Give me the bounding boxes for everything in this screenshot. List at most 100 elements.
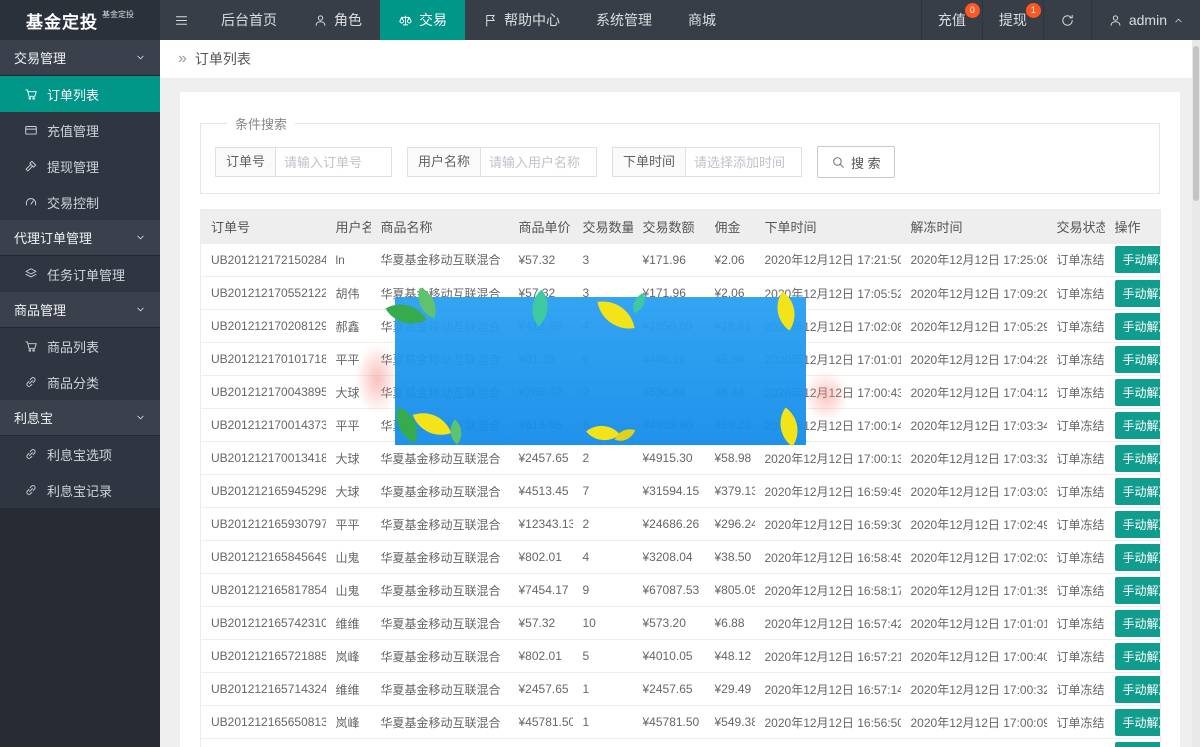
sidebar-item-task-order-manage[interactable]: 任务订单管理 [0, 256, 160, 292]
table-cell: 2 [573, 508, 633, 541]
table-cell: 2020年12月12日 16:58:45 [755, 541, 901, 574]
table-cell: ln [326, 244, 371, 277]
table-cell: 岚峰 [326, 640, 371, 673]
nav-item-mall[interactable]: 商城 [670, 0, 734, 40]
leaf-icon [615, 425, 636, 446]
topbar-action-withdraw[interactable]: 提现1 [982, 0, 1043, 40]
sidebar-item-recharge-manage[interactable]: 充值管理 [0, 112, 160, 148]
table-cell: ¥4010.05 [633, 640, 705, 673]
table-cell: UB2012121656336289 [201, 739, 326, 747]
scrollbar-thumb[interactable] [1193, 46, 1199, 201]
username-label: 用户名称 [407, 147, 481, 177]
table-cell: UB2012121701017183 [201, 343, 326, 376]
table-cell: 5 [573, 739, 633, 747]
unfreeze-button[interactable]: 手动解冻 [1115, 742, 1161, 747]
order-no-field-group: 订单号 [215, 147, 392, 177]
nav-item-roles[interactable]: 角色 [295, 0, 380, 40]
table-cell: 大球 [326, 475, 371, 508]
table-cell: 华夏基金移动互联混合 [371, 508, 509, 541]
table-cell: ¥29.49 [705, 673, 755, 706]
sidebar-group-label: 商品管理 [14, 300, 66, 319]
unfreeze-button[interactable]: 手动解冻 [1115, 709, 1161, 736]
unfreeze-button[interactable]: 手动解冻 [1115, 379, 1161, 406]
unfreeze-button[interactable]: 手动解冻 [1115, 346, 1161, 373]
nav-item-system[interactable]: 系统管理 [578, 0, 670, 40]
table-cell: 2020年12月12日 16:59:30 [755, 508, 901, 541]
sidebar-group-interest-group[interactable]: 利息宝 [0, 400, 160, 436]
unfreeze-button[interactable]: 手动解冻 [1115, 313, 1161, 340]
sidebar-group-label: 交易管理 [14, 48, 66, 67]
sidebar-item-interest-options[interactable]: 利息宝选项 [0, 436, 160, 472]
order-time-input[interactable] [686, 147, 802, 177]
sidebar-item-interest-records[interactable]: 利息宝记录 [0, 472, 160, 508]
search-button[interactable]: 搜 索 [817, 146, 895, 178]
sidebar-item-label: 利息宝选项 [47, 445, 112, 464]
sidebar-group-goods-manage-group[interactable]: 商品管理 [0, 292, 160, 328]
sidebar-item-order-list[interactable]: 订单列表 [0, 76, 160, 112]
nav-item-label: 交易 [419, 10, 447, 30]
gavel-icon [24, 159, 38, 173]
unfreeze-button[interactable]: 手动解冻 [1115, 412, 1161, 439]
app-logo[interactable]: 基金定投 基金定投 [0, 0, 160, 40]
nav-item-trade[interactable]: 交易 [380, 0, 465, 40]
sidebar-item-goods-list[interactable]: 商品列表 [0, 328, 160, 364]
breadcrumb: » 订单列表 [160, 40, 1200, 78]
table-cell: UB2012121700438959 [201, 376, 326, 409]
table-row: UB2012121656336289维维华夏基金移动互联混合¥7454.175¥… [201, 739, 1161, 747]
unfreeze-button[interactable]: 手动解冻 [1115, 577, 1161, 604]
unfreeze-button[interactable]: 手动解冻 [1115, 478, 1161, 505]
topbar-action-admin[interactable]: admin [1091, 0, 1200, 40]
nav-item-home[interactable]: 后台首页 [203, 0, 295, 40]
scrollbar[interactable] [1192, 40, 1200, 747]
layers-icon [24, 267, 38, 281]
table-cell: UB2012121659452986 [201, 475, 326, 508]
sidebar-item-goods-category[interactable]: 商品分类 [0, 364, 160, 400]
table-cell: ¥38.50 [705, 541, 755, 574]
sidebar-item-trade-control[interactable]: 交易控制 [0, 184, 160, 220]
table-cell: 2020年12月12日 17:00:40 [901, 640, 1047, 673]
table-cell: 山鬼 [326, 541, 371, 574]
sidebar-group-trade-manage-group[interactable]: 交易管理 [0, 40, 160, 76]
sidebar-toggle-button[interactable] [160, 0, 203, 40]
topbar-action-recharge[interactable]: 充值0 [921, 0, 982, 40]
leaf-icon [413, 405, 451, 443]
sidebar-item-label: 充值管理 [47, 121, 99, 140]
table-cell: ¥45781.50 [633, 706, 705, 739]
breadcrumb-icon: » [178, 51, 187, 67]
order-time-label: 下单时间 [612, 147, 686, 177]
table-cell: 订单冻结 [1047, 277, 1105, 310]
username-input[interactable] [481, 147, 597, 177]
table-cell: 2020年12月12日 17:00:32 [901, 673, 1047, 706]
unfreeze-button[interactable]: 手动解冻 [1115, 643, 1161, 670]
table-cell-action: 手动解冻 [1105, 310, 1161, 343]
sidebar-item-withdraw-manage[interactable]: 提现管理 [0, 148, 160, 184]
unfreeze-button[interactable]: 手动解冻 [1115, 676, 1161, 703]
table-cell: ¥48.12 [705, 640, 755, 673]
unfreeze-button[interactable]: 手动解冻 [1115, 280, 1161, 307]
table-cell: ¥2457.65 [509, 673, 573, 706]
nav-item-help-center[interactable]: 帮助中心 [465, 0, 578, 40]
order-no-input[interactable] [276, 147, 392, 177]
order-no-label: 订单号 [215, 147, 276, 177]
topbar-action-refresh[interactable] [1043, 0, 1091, 40]
unfreeze-button[interactable]: 手动解冻 [1115, 544, 1161, 571]
sidebar-group-agent-order-group[interactable]: 代理订单管理 [0, 220, 160, 256]
topbar-actions: 充值0提现1 admin [921, 0, 1200, 40]
table-cell: ¥58.98 [705, 442, 755, 475]
table-cell: 2020年12月12日 17:02:49 [901, 508, 1047, 541]
link-icon [24, 483, 38, 497]
table-cell-action: 手动解冻 [1105, 706, 1161, 739]
unfreeze-button[interactable]: 手动解冻 [1115, 511, 1161, 538]
unfreeze-button[interactable]: 手动解冻 [1115, 246, 1161, 273]
unfreeze-button[interactable]: 手动解冻 [1115, 445, 1161, 472]
refresh-icon [1060, 13, 1075, 28]
table-cell: 1 [573, 706, 633, 739]
table-row: UB2012121656508139岚峰华夏基金移动互联混合¥45781.501… [201, 706, 1161, 739]
table-cell: 2020年12月12日 17:25:08 [901, 244, 1047, 277]
table-cell: ¥4513.45 [509, 475, 573, 508]
unfreeze-button[interactable]: 手动解冻 [1115, 610, 1161, 637]
search-icon [831, 155, 845, 169]
table-cell: 维维 [326, 607, 371, 640]
topbar-action-label: admin [1129, 12, 1167, 28]
chevron-down-icon [135, 52, 146, 63]
